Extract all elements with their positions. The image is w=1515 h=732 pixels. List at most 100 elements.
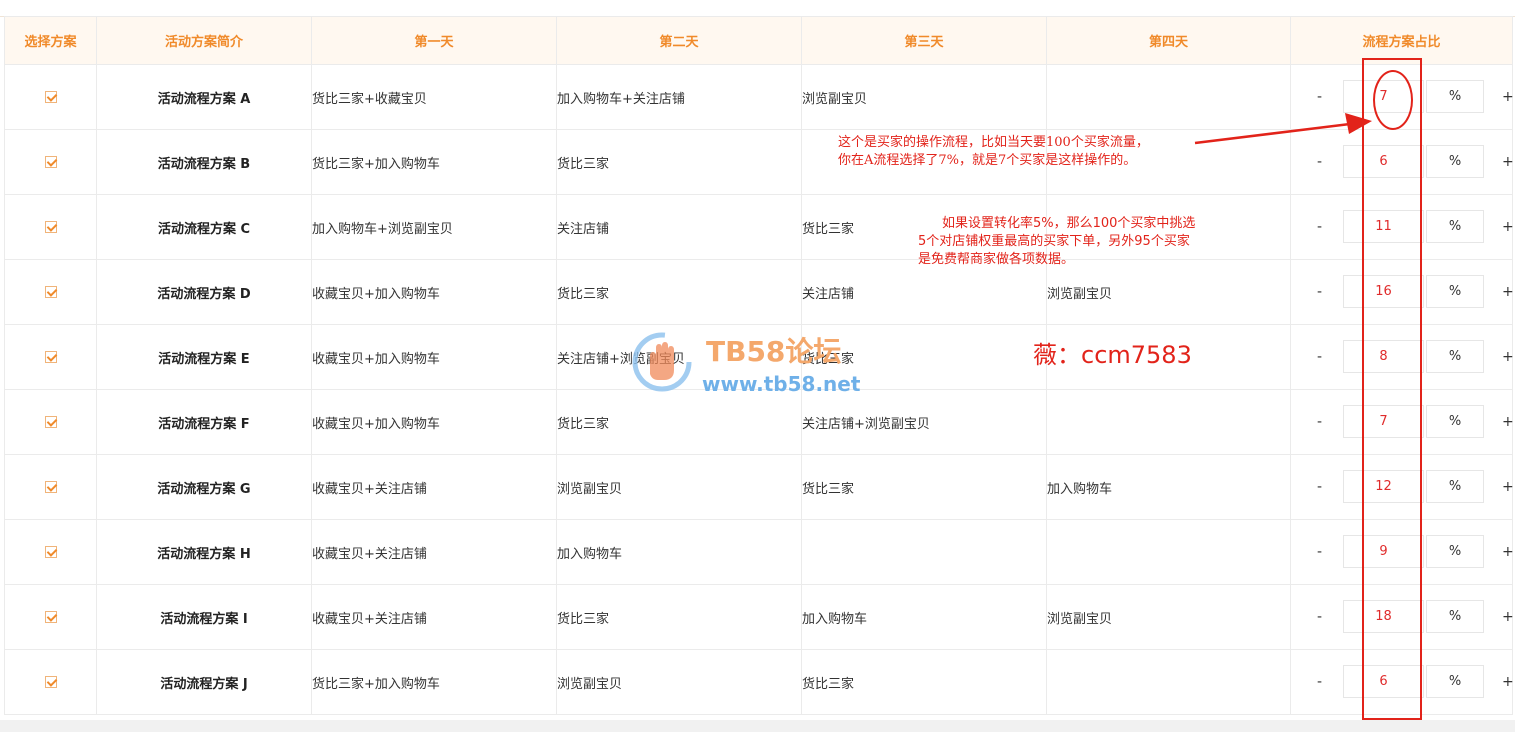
increase-button[interactable]: + [1502, 89, 1514, 105]
select-cell [4, 129, 97, 195]
day-4-action [1046, 389, 1291, 455]
decrease-button[interactable]: - [1317, 284, 1322, 300]
select-cell [4, 584, 97, 650]
percent-unit: % [1426, 470, 1484, 503]
select-cell [4, 64, 97, 130]
plan-name: 活动流程方案 C [96, 194, 312, 260]
ratio-cell: - 12% + [1290, 454, 1514, 520]
day-4-action: 浏览副宝贝 [1046, 584, 1291, 650]
annotation-note-flow-line-1: 这个是买家的操作流程，比如当天要100个买家流量， [838, 135, 1149, 150]
ratio-input[interactable]: 7 [1343, 405, 1424, 438]
top-strip [0, 0, 1515, 17]
annotation-note-flow: 这个是买家的操作流程，比如当天要100个买家流量， 你在A流程选择了7%，就是7… [838, 134, 1149, 170]
day-4-action [1046, 519, 1291, 585]
increase-button[interactable]: + [1502, 284, 1514, 300]
increase-button[interactable]: + [1502, 154, 1514, 170]
day-1-action: 收藏宝贝+加入购物车 [311, 389, 557, 455]
plan-name: 活动流程方案 G [96, 454, 312, 520]
plan-checkbox[interactable] [44, 416, 57, 428]
day-1-action: 收藏宝贝+关注店铺 [311, 584, 557, 650]
ratio-input[interactable]: 12 [1343, 470, 1424, 503]
select-cell [4, 389, 97, 455]
header-day-1: 第一天 [311, 16, 557, 65]
day-3-action [801, 519, 1047, 585]
increase-button[interactable]: + [1502, 414, 1514, 430]
plan-checkbox[interactable] [44, 611, 57, 623]
wechat-contact: 薇：ccm7583 [1033, 341, 1192, 369]
decrease-button[interactable]: - [1317, 219, 1322, 235]
decrease-button[interactable]: - [1317, 544, 1322, 560]
plan-name: 活动流程方案 B [96, 129, 312, 195]
bottom-strip [0, 720, 1515, 732]
table-row: 活动流程方案 I 收藏宝贝+关注店铺 货比三家 加入购物车 浏览副宝贝 - 18% + [4, 584, 1514, 650]
decrease-button[interactable]: - [1317, 154, 1322, 170]
day-2-action: 货比三家 [556, 129, 802, 195]
plan-name: 活动流程方案 J [96, 649, 312, 715]
plan-name: 活动流程方案 A [96, 64, 312, 130]
day-4-action [1046, 64, 1291, 130]
decrease-button[interactable]: - [1317, 674, 1322, 690]
plan-checkbox[interactable] [44, 156, 57, 168]
table-header-row: 选择方案 活动方案简介 第一天 第二天 第三天 第四天 流程方案占比 [4, 16, 1513, 65]
select-cell [4, 454, 97, 520]
plan-checkbox[interactable] [44, 221, 57, 233]
forum-logo-icon [632, 332, 692, 392]
ratio-input[interactable]: 9 [1343, 535, 1424, 568]
day-4-action [1046, 649, 1291, 715]
increase-button[interactable]: + [1502, 479, 1514, 495]
increase-button[interactable]: + [1502, 349, 1514, 365]
plan-checkbox[interactable] [44, 286, 57, 298]
ratio-input[interactable]: 16 [1343, 275, 1424, 308]
annotation-note-flow-line-2: 你在A流程选择了7%，就是7个买家是这样操作的。 [838, 153, 1137, 168]
increase-button[interactable]: + [1502, 674, 1514, 690]
select-cell [4, 194, 97, 260]
plan-checkbox[interactable] [44, 676, 57, 688]
ratio-cell: - 7% + [1290, 389, 1514, 455]
decrease-button[interactable]: - [1317, 609, 1322, 625]
header-day-3: 第三天 [801, 16, 1047, 65]
ratio-cell: - 9% + [1290, 519, 1514, 585]
select-cell [4, 259, 97, 325]
decrease-button[interactable]: - [1317, 89, 1322, 105]
day-1-action: 收藏宝贝+关注店铺 [311, 454, 557, 520]
watermark-title: TB58论坛 [706, 335, 842, 368]
ratio-input[interactable]: 6 [1343, 665, 1424, 698]
table-row: 活动流程方案 B 货比三家+加入购物车 货比三家 - 6% + [4, 129, 1514, 195]
day-3-action: 浏览副宝贝 [801, 64, 1047, 130]
header-day-2: 第二天 [556, 16, 802, 65]
decrease-button[interactable]: - [1317, 349, 1322, 365]
percent-unit: % [1426, 665, 1484, 698]
decrease-button[interactable]: - [1317, 479, 1322, 495]
plan-name: 活动流程方案 E [96, 324, 312, 390]
day-1-action: 加入购物车+浏览副宝贝 [311, 194, 557, 260]
ratio-input[interactable]: 8 [1343, 340, 1424, 373]
plan-checkbox[interactable] [44, 91, 57, 103]
percent-unit: % [1426, 80, 1484, 113]
percent-unit: % [1426, 210, 1484, 243]
annotation-note-conversion: 如果设置转化率5%，那么100个买家中挑选 5个对店铺权重最高的买家下单，另外9… [918, 215, 1195, 269]
decrease-button[interactable]: - [1317, 414, 1322, 430]
day-3-action: 加入购物车 [801, 584, 1047, 650]
ratio-input[interactable]: 6 [1343, 145, 1424, 178]
increase-button[interactable]: + [1502, 544, 1514, 560]
plan-name: 活动流程方案 D [96, 259, 312, 325]
header-plan-intro: 活动方案简介 [96, 16, 312, 65]
header-day-4: 第四天 [1046, 16, 1291, 65]
annotation-note-conversion-line-2: 5个对店铺权重最高的买家下单，另外95个买家 [918, 234, 1190, 249]
plan-checkbox[interactable] [44, 481, 57, 493]
ratio-input[interactable]: 18 [1343, 600, 1424, 633]
header-flow-ratio: 流程方案占比 [1290, 16, 1513, 65]
increase-button[interactable]: + [1502, 219, 1514, 235]
select-cell [4, 519, 97, 585]
plan-checkbox[interactable] [44, 351, 57, 363]
ratio-cell: - 6% + [1290, 129, 1514, 195]
watermark: TB58论坛 www.tb58.net [630, 330, 900, 400]
increase-button[interactable]: + [1502, 609, 1514, 625]
plan-checkbox[interactable] [44, 546, 57, 558]
day-1-action: 货比三家+加入购物车 [311, 649, 557, 715]
plan-name: 活动流程方案 H [96, 519, 312, 585]
ratio-input[interactable]: 11 [1343, 210, 1424, 243]
ratio-input[interactable]: 7 [1343, 80, 1424, 113]
ratio-cell: - 7% + [1290, 64, 1514, 130]
header-select-plan: 选择方案 [4, 16, 97, 65]
